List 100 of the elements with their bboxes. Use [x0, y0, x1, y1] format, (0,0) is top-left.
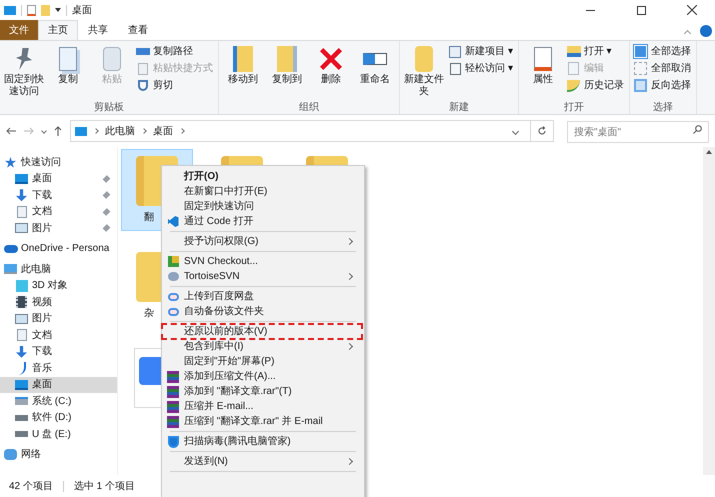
picture-icon [15, 314, 28, 324]
scrollbar[interactable] [703, 147, 715, 475]
dropdown-arrow-icon[interactable] [55, 8, 61, 12]
edit-icon [568, 62, 580, 75]
copy-icon [59, 47, 77, 71]
drive-icon [15, 414, 28, 421]
sidebar-item[interactable]: U 盘 (E:) [0, 426, 117, 442]
select-none-icon [634, 62, 648, 75]
cube-icon [16, 280, 28, 292]
ribbon-button[interactable]: 删除 [310, 44, 352, 101]
folder-icon [41, 4, 50, 16]
menu-item[interactable]: 添加到压缩文件(A)... [162, 369, 362, 384]
ribbon-tab[interactable]: 查看 [118, 20, 158, 40]
sidebar-item[interactable]: 文档 [0, 204, 117, 220]
pin-icon [102, 224, 110, 232]
path-icon [136, 48, 150, 55]
breadcrumb[interactable]: 此电脑 [105, 124, 135, 138]
ribbon-button[interactable]: 剪切 [135, 78, 215, 93]
ribbon-tab[interactable]: 主页 [38, 20, 78, 40]
sidebar-item[interactable]: 软件 (D:) [0, 410, 117, 426]
menu-item[interactable]: 压缩并 E-mail... [162, 399, 362, 414]
menu-item[interactable]: SVN Checkout... [162, 254, 362, 269]
sidebar-item[interactable]: 桌面 [0, 376, 117, 393]
monitor-icon [75, 126, 87, 136]
menu-item[interactable]: 扫描病毒(腾讯电脑管家) [162, 434, 362, 449]
ribbon-button[interactable]: 全部取消 [632, 61, 693, 76]
ribbon-button[interactable]: 复制 [47, 44, 89, 101]
scroll-up-arrow-icon[interactable] [706, 150, 712, 154]
new-item-icon [449, 46, 461, 58]
menu-item[interactable]: 授予访问权限(G) [162, 234, 362, 249]
explorer-icon [4, 6, 16, 14]
ribbon-tab[interactable]: 文件 [0, 20, 38, 40]
sidebar-item[interactable]: 3D 对象 [0, 278, 117, 294]
menu-item[interactable]: 添加到 "翻译文章.rar"(T) [162, 384, 362, 399]
ribbon-button[interactable]: 复制到 [266, 44, 308, 101]
menu-item[interactable]: 发送到(N) [162, 454, 362, 469]
ribbon-button[interactable]: 打开 ▾ [566, 44, 626, 59]
search-field[interactable]: 搜索"桌面" [567, 121, 709, 144]
select-all-icon [634, 45, 648, 58]
recent-dropdown-icon[interactable] [41, 128, 47, 134]
monitor-icon [15, 380, 28, 390]
menu-item[interactable]: 上传到百度网盘 [162, 289, 362, 304]
code-editor-icon [168, 216, 178, 227]
clipboard-icon [103, 47, 121, 71]
sidebar-item[interactable]: 音乐 [0, 360, 117, 376]
group-label: 组织 [298, 101, 320, 114]
help-icon[interactable] [700, 25, 712, 37]
invert-selection-icon [634, 79, 648, 92]
menu-item[interactable]: 包含到库中(I) [162, 339, 362, 354]
menu-item[interactable]: 自动备份该文件夹 [162, 304, 362, 319]
sidebar-item[interactable]: 快速访问 [0, 154, 117, 170]
ribbon-button[interactable]: 全部选择 [632, 44, 693, 59]
ribbon-button[interactable]: 移动到 [222, 44, 264, 101]
pin-icon [102, 174, 110, 183]
archive-books-icon [167, 386, 179, 398]
menu-item[interactable]: TortoiseSVN [162, 269, 362, 284]
sidebar-item[interactable]: OneDrive - Persona [0, 240, 117, 257]
sidebar-item[interactable]: 视频 [0, 294, 117, 310]
sidebar-item[interactable]: 文档 [0, 327, 117, 344]
group-label: 剪贴板 [93, 101, 125, 114]
ribbon-button[interactable]: 复制路径 [135, 44, 215, 59]
sidebar-item[interactable]: 下载 [0, 187, 117, 204]
close-icon [687, 5, 697, 15]
folder-copy-icon [277, 46, 297, 72]
ribbon-button[interactable]: 重命名 [354, 44, 396, 101]
svn-icon [168, 256, 178, 267]
up-arrow-icon[interactable] [54, 126, 62, 136]
sidebar-item[interactable]: 桌面 [0, 170, 117, 187]
document-icon [16, 206, 26, 218]
network-icon [4, 449, 17, 460]
scissors-icon [138, 80, 148, 91]
sidebar-item[interactable]: 图片 [0, 310, 117, 327]
item-count: 42 个项目 [9, 480, 53, 494]
ribbon-button[interactable]: 轻松访问 ▾ [447, 61, 515, 76]
breadcrumb[interactable]: 桌面 [153, 124, 173, 138]
back-arrow-icon[interactable] [6, 127, 16, 135]
sidebar-item[interactable]: 此电脑 [0, 261, 117, 278]
ribbon-button[interactable]: 反向选择 [632, 78, 693, 93]
ribbon-tab[interactable]: 共享 [78, 20, 118, 40]
document-icon [16, 329, 26, 342]
menu-item[interactable]: 固定到"开始"屏幕(P) [162, 354, 362, 369]
ribbon-button[interactable]: 新建文件夹 [403, 44, 445, 101]
ribbon-button[interactable]: 历史记录 [566, 78, 626, 93]
address-bar[interactable]: 此电脑 桌面 [70, 120, 531, 142]
ribbon-button[interactable]: 新建项目 ▾ [447, 44, 515, 59]
ribbon-button[interactable]: 固定到快速访问 [3, 44, 45, 101]
rename-icon [363, 53, 387, 65]
sidebar-item[interactable]: 系统 (C:) [0, 393, 117, 410]
archive-books-icon [167, 416, 179, 428]
shield-icon [168, 436, 178, 448]
film-icon [16, 296, 27, 308]
menu-item[interactable]: 还原以前的版本(V) [162, 324, 362, 339]
group-label: 选择 [652, 101, 674, 114]
menu-item[interactable]: 压缩到 "翻译文章.rar" 并 E-mail [162, 414, 362, 429]
sidebar-item[interactable]: 下载 [0, 344, 117, 360]
open-folder-icon [566, 46, 581, 57]
sidebar-item[interactable]: 网络 [0, 446, 117, 463]
refresh-button[interactable] [530, 120, 554, 142]
sidebar-item[interactable]: 图片 [0, 220, 117, 236]
ribbon-button[interactable]: 属性 [522, 44, 564, 101]
